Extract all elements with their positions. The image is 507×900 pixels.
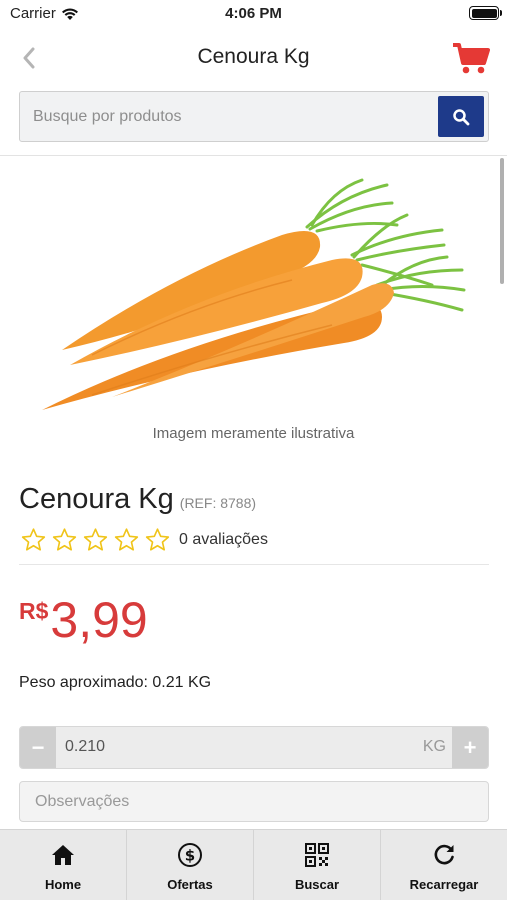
svg-text:$: $ xyxy=(185,847,195,865)
shopping-cart-icon xyxy=(453,43,490,74)
rating: 0 avaliações xyxy=(20,527,268,553)
quantity-stepper: − 0.210 KG + xyxy=(19,726,489,769)
search-icon xyxy=(453,108,470,125)
tab-label: Recarregar xyxy=(409,877,479,892)
refresh-icon xyxy=(434,844,454,865)
home-icon xyxy=(52,845,74,865)
product-name: Cenoura Kg xyxy=(19,483,174,515)
search-button[interactable] xyxy=(438,96,484,137)
divider xyxy=(19,564,489,565)
increase-button[interactable]: + xyxy=(452,727,488,768)
battery-icon xyxy=(469,6,502,20)
weight-info: Peso aproximado: 0.21 KG xyxy=(19,674,212,691)
tab-ofertas[interactable]: $ Ofertas xyxy=(127,830,254,900)
tab-label: Ofertas xyxy=(167,877,213,892)
decrease-button[interactable]: − xyxy=(20,727,56,768)
page-title: Cenoura Kg xyxy=(197,45,310,68)
product-ref: (REF: 8788) xyxy=(179,495,257,511)
rating-stars xyxy=(20,527,171,553)
price-currency: R$ xyxy=(19,598,49,624)
dollar-icon: $ xyxy=(178,843,202,867)
observations-field xyxy=(19,781,489,822)
tab-bar: Home $ Ofertas Buscar Recarregar xyxy=(0,829,507,900)
product-name-row: Cenoura Kg (REF: 8788) xyxy=(19,483,256,516)
quantity-value[interactable]: 0.210 xyxy=(65,738,105,756)
tab-label: Home xyxy=(44,877,82,892)
tab-recarregar[interactable]: Recarregar xyxy=(381,830,507,900)
tab-label: Buscar xyxy=(294,877,340,892)
image-caption: Imagem meramente ilustrativa xyxy=(152,425,355,442)
star-icon[interactable] xyxy=(51,527,78,553)
quantity-unit: KG xyxy=(422,738,446,755)
tab-buscar[interactable]: Buscar xyxy=(254,830,381,900)
status-bar: Carrier 4:06 PM xyxy=(0,0,507,26)
search-bar xyxy=(19,91,489,142)
star-icon[interactable] xyxy=(113,527,140,553)
observations-input[interactable] xyxy=(20,782,488,821)
rating-count[interactable]: 0 avaliações xyxy=(179,531,268,549)
cart-button[interactable] xyxy=(451,38,491,78)
price: R$ 3,99 xyxy=(19,590,148,650)
search-input[interactable] xyxy=(20,92,438,141)
product-image xyxy=(42,178,466,410)
price-value: 3,99 xyxy=(50,592,148,648)
tab-home[interactable]: Home xyxy=(0,830,127,900)
nav-header: Cenoura Kg xyxy=(0,32,507,84)
divider xyxy=(0,155,507,156)
qr-code-icon xyxy=(305,843,329,867)
scrollbar[interactable] xyxy=(500,158,504,284)
star-icon[interactable] xyxy=(82,527,109,553)
status-time: 4:06 PM xyxy=(225,5,282,22)
star-icon[interactable] xyxy=(144,527,171,553)
star-icon[interactable] xyxy=(20,527,47,553)
